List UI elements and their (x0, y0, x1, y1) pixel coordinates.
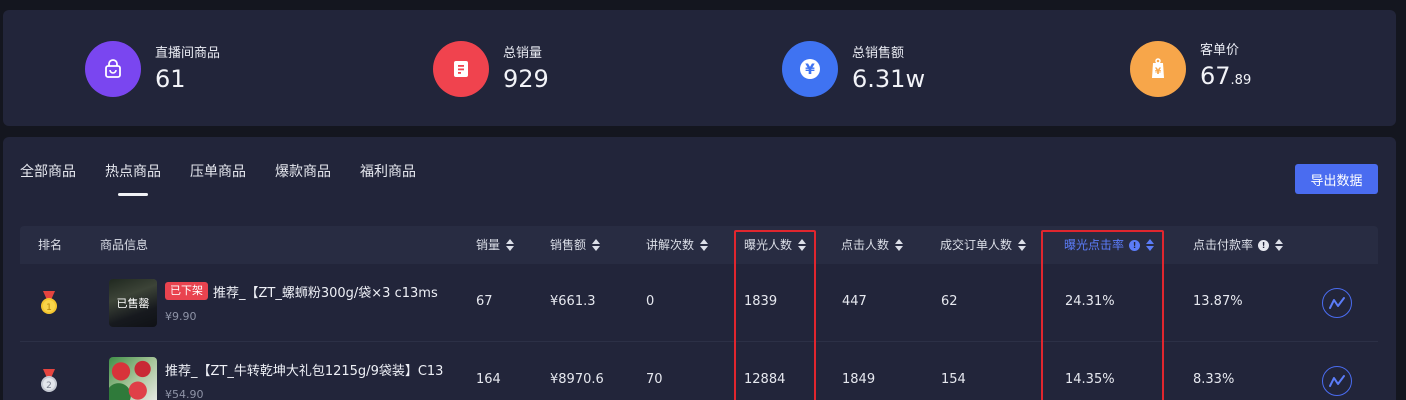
svg-text:1: 1 (46, 303, 52, 313)
gold-medal-icon: 1 (41, 291, 57, 314)
product-tabs: 全部商品 热点商品 压单商品 爆款商品 福利商品 (20, 162, 445, 196)
stat-label: 客单价 (1200, 43, 1240, 58)
stat-live-products: 直播间商品 61 (85, 40, 220, 98)
trend-chart-button[interactable] (1322, 288, 1352, 318)
explain-count-value: 70 (646, 372, 663, 387)
product-image[interactable] (109, 357, 157, 400)
stat-value: 929 (503, 64, 549, 93)
price-tag-icon: ¥ (1130, 41, 1186, 97)
stat-unit-price: ¥ 客单价 67.89 (1130, 40, 1251, 98)
sort-icon[interactable] (506, 239, 515, 251)
svg-text:¥: ¥ (1155, 67, 1162, 77)
products-table: 排名 商品信息 销量 销售额 讲解次数 曝光人数 点击人数 成交订单人数 曝光点… (20, 226, 1378, 400)
sold-out-label: 已售罄 (109, 279, 157, 327)
trend-icon (1329, 375, 1345, 387)
stats-panel: 直播间商品 61 总销量 929 ¥ 总销售额 6.31w ¥ 客单价 67.8… (3, 10, 1396, 126)
sales-value: 164 (476, 372, 501, 387)
stat-value: 6.31w (852, 64, 926, 93)
orders-value: 154 (941, 372, 966, 387)
orders-value: 62 (941, 294, 958, 309)
column-exposure[interactable]: 曝光人数 (744, 226, 807, 264)
click-pay-rate-value: 13.87% (1193, 294, 1243, 309)
tab-all-products[interactable]: 全部商品 (20, 162, 76, 182)
product-price: ¥9.90 (165, 310, 197, 323)
product-image[interactable]: 已售罄 (109, 279, 157, 327)
table-row: 2 推荐_【ZT_牛转乾坤大礼包1215g/9袋装】C13 ¥54.90 164… (20, 342, 1378, 400)
tab-pending-products[interactable]: 压单商品 (190, 162, 246, 182)
product-price: ¥54.90 (165, 388, 204, 400)
revenue-value: ¥8970.6 (550, 372, 604, 387)
svg-text:¥: ¥ (805, 62, 815, 78)
clicks-value: 447 (842, 294, 867, 309)
product-name[interactable]: 推荐_【ZT_螺蛳粉300g/袋×3 c13ms (213, 282, 438, 301)
trend-icon (1329, 297, 1345, 309)
column-sales[interactable]: 销量 (476, 226, 515, 264)
column-explain-count[interactable]: 讲解次数 (646, 226, 709, 264)
info-icon[interactable]: ! (1258, 239, 1270, 251)
exposure-ctr-value: 14.35% (1065, 372, 1115, 387)
sales-value: 67 (476, 294, 493, 309)
exposure-value: 1839 (744, 294, 778, 309)
column-rank: 排名 (38, 238, 63, 252)
trend-chart-button[interactable] (1322, 366, 1352, 396)
stat-total-sales: 总销量 929 (433, 40, 549, 98)
products-panel: 全部商品 热点商品 压单商品 爆款商品 福利商品 导出数据 排名 商品信息 销量… (3, 137, 1396, 400)
silver-medal-icon: 2 (41, 369, 57, 392)
click-pay-rate-value: 8.33% (1193, 372, 1235, 387)
sort-icon[interactable] (592, 239, 601, 251)
stat-value: 61 (155, 64, 186, 93)
receipt-icon (433, 41, 489, 97)
shopping-bag-icon (85, 41, 141, 97)
table-row: 1 已售罄 已下架 推荐_【ZT_螺蛳粉300g/袋×3 c13ms ¥9.90… (20, 264, 1378, 342)
tab-bestseller-products[interactable]: 爆款商品 (275, 162, 331, 182)
revenue-value: ¥661.3 (550, 294, 596, 309)
sort-icon[interactable] (798, 239, 807, 251)
stat-value: 67.89 (1200, 62, 1252, 90)
stat-label: 总销量 (503, 45, 543, 61)
stat-label: 直播间商品 (155, 45, 221, 61)
column-clicks[interactable]: 点击人数 (841, 226, 904, 264)
stat-total-revenue: ¥ 总销售额 6.31w (782, 40, 925, 98)
tab-hot-products[interactable]: 热点商品 (105, 162, 161, 196)
sort-icon[interactable] (895, 239, 904, 251)
sort-icon[interactable] (1146, 239, 1155, 251)
yuan-icon: ¥ (782, 41, 838, 97)
off-shelf-badge: 已下架 (165, 282, 208, 300)
sort-icon[interactable] (1018, 239, 1027, 251)
sort-icon[interactable] (700, 239, 709, 251)
exposure-value: 12884 (744, 372, 786, 387)
explain-count-value: 0 (646, 294, 655, 309)
stat-label: 总销售额 (852, 45, 905, 61)
column-orders[interactable]: 成交订单人数 (940, 226, 1027, 264)
export-data-button[interactable]: 导出数据 (1295, 164, 1378, 194)
svg-text:2: 2 (46, 381, 52, 391)
table-header: 排名 商品信息 销量 销售额 讲解次数 曝光人数 点击人数 成交订单人数 曝光点… (20, 226, 1378, 264)
stat-value-decimal: .89 (1230, 73, 1252, 88)
tab-welfare-products[interactable]: 福利商品 (360, 162, 416, 182)
column-product: 商品信息 (100, 238, 149, 252)
exposure-ctr-value: 24.31% (1065, 294, 1115, 309)
sort-icon[interactable] (1275, 239, 1284, 251)
column-exposure-ctr[interactable]: 曝光点击率! (1064, 226, 1155, 264)
column-click-pay-rate[interactable]: 点击付款率! (1193, 226, 1284, 264)
info-icon[interactable]: ! (1129, 239, 1141, 251)
column-revenue[interactable]: 销售额 (550, 226, 601, 264)
clicks-value: 1849 (842, 372, 876, 387)
product-name[interactable]: 推荐_【ZT_牛转乾坤大礼包1215g/9袋装】C13 (165, 360, 443, 379)
